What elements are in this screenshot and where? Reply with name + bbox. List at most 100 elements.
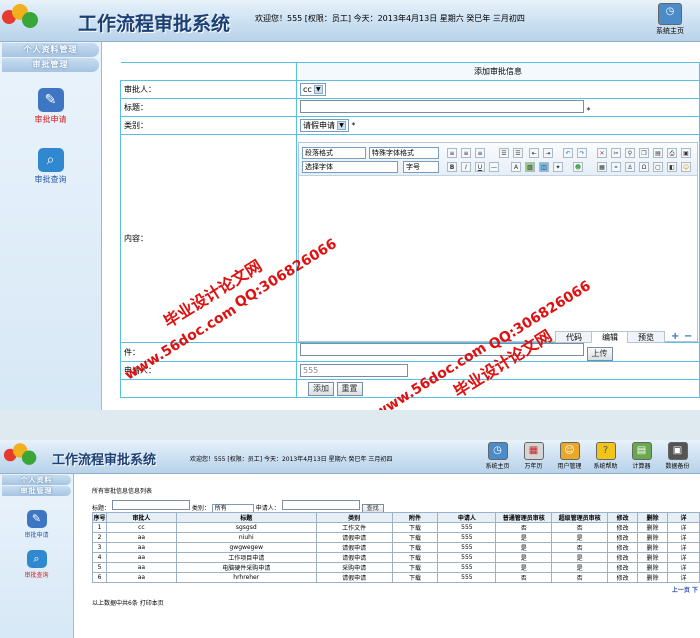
sidebar-item-apply-2[interactable]: ✎ 审批申请 xyxy=(0,510,73,539)
search-title-input[interactable] xyxy=(111,500,190,510)
table-row: 2 aa niuhi 请假申请 下载 555 是是修改 删除详 xyxy=(92,532,700,543)
upload-button[interactable]: 上传 xyxy=(586,347,613,361)
table-header: 序号 审批人 标题 类别 附件 申请人 普通管理员审核 超级管理员审核 修改 删… xyxy=(92,512,700,523)
frame-icon[interactable]: ▢ xyxy=(653,162,663,172)
flash-icon[interactable]: ✦ xyxy=(553,162,563,172)
rich-text-editor[interactable]: 段落格式 特殊字体格式 选择字体 字号 ≡ ≡ ≡ ☰ ☰ ⇤ ⇥ ↶ ↷ ✕ … xyxy=(298,142,698,343)
text-color-icon[interactable]: A xyxy=(511,162,521,172)
delete-icon[interactable]: ✕ xyxy=(597,148,607,158)
cut-icon[interactable]: ✂ xyxy=(611,148,621,158)
menu-profile[interactable]: 个人资料管理 xyxy=(2,43,99,57)
font-size-select[interactable]: 字号 xyxy=(403,161,439,173)
media-icon[interactable]: ◫ xyxy=(539,162,549,172)
tab-code[interactable]: 代码 xyxy=(555,331,593,343)
editor-toolbar: 段落格式 特殊字体格式 选择字体 字号 ≡ ≡ ≡ ☰ ☰ ⇤ ⇥ ↶ ↷ ✕ … xyxy=(299,143,697,176)
title-input[interactable] xyxy=(300,100,584,113)
emoticon-icon[interactable]: ☻ xyxy=(573,162,583,172)
bold-icon[interactable]: B xyxy=(447,162,457,172)
table-row: 1 cc sgsgsd 工作文件 下载 555 否否修改 删除详 xyxy=(92,522,700,533)
indent-icon[interactable]: ⇥ xyxy=(543,148,553,158)
table-row: 5 aa 电脑硬件采购申请 采购申请 下载 555 是是修改 删除详 xyxy=(92,562,700,573)
redo-icon[interactable]: ↷ xyxy=(577,148,587,158)
save-icon[interactable]: ▣ xyxy=(681,148,691,158)
tab-edit[interactable]: 编辑 xyxy=(591,331,629,343)
approval-table: 序号 审批人 标题 类别 附件 申请人 普通管理员审核 超级管理员审核 修改 删… xyxy=(92,512,700,583)
menu-approval[interactable]: 审批管理 xyxy=(2,58,99,72)
app-title-2: 工作流程审批系统 xyxy=(52,453,157,468)
apply-icon: ✎ xyxy=(37,88,64,112)
app-title: 工作流程审批系统 xyxy=(78,13,231,35)
applicant-input[interactable]: 555 xyxy=(300,364,408,377)
sidebar-item-apply[interactable]: ✎ 审批申请 xyxy=(0,88,101,125)
top-header: 工作流程审批系统 欢迎您！555 [权限：员工] 今天：2013年4月13日 星… xyxy=(0,0,700,42)
calendar-icon: ▦ xyxy=(523,442,544,460)
underline-icon[interactable]: U xyxy=(475,162,485,172)
search-applicant-input[interactable] xyxy=(281,500,360,510)
list-ordered-icon[interactable]: ☰ xyxy=(499,148,509,158)
anchor-icon[interactable]: ⚓ xyxy=(625,162,635,172)
font-select[interactable]: 选择字体 xyxy=(302,161,398,173)
smiley-icon[interactable]: ☺ xyxy=(681,162,691,172)
home-button-2[interactable]: ◷ 系统主页 xyxy=(481,442,514,470)
approver-select[interactable]: cc ▼ xyxy=(300,83,326,96)
calculator-icon: ▤ xyxy=(631,442,652,460)
pager-links[interactable]: 上一页 下 xyxy=(672,585,698,594)
table-row: 4 aa 工作项目申请 请假申请 下载 555 是是修改 删除详 xyxy=(92,552,700,563)
form-heading: 添加审批信息 xyxy=(296,62,700,81)
copy-icon[interactable]: ❐ xyxy=(639,148,649,158)
reset-button[interactable]: 重置 xyxy=(336,381,363,396)
paste-icon[interactable]: ▤ xyxy=(653,148,663,158)
chevron-down-icon: ▼ xyxy=(313,85,323,94)
user-admin-button[interactable]: ☺ 用户管理 xyxy=(553,442,586,470)
align-right-icon[interactable]: ≡ xyxy=(475,148,485,158)
help-button[interactable]: ? 系统帮助 xyxy=(589,442,622,470)
backup-button[interactable]: ▣ 数据备份 xyxy=(661,442,694,470)
apply-icon: ✎ xyxy=(26,510,47,528)
menu-approval-2[interactable]: 审批管理 xyxy=(2,486,71,496)
query-icon: ⌕ xyxy=(26,550,47,568)
screenshot-add-approval: 工作流程审批系统 欢迎您！555 [权限：员工] 今天：2013年4月13日 星… xyxy=(0,0,700,410)
table-row: 6 aa hrhreher 请假申请 下载 555 否否修改 删除详 xyxy=(92,572,700,583)
table-row: 3 aa gwgwegew 请假申请 下载 555 是否修改 删除详 xyxy=(92,542,700,553)
menu-profile-2[interactable]: 个人资料 xyxy=(2,475,71,485)
print-icon[interactable]: ⎙ xyxy=(667,148,677,158)
calendar-button[interactable]: ▦ 万年历 xyxy=(517,442,550,470)
align-left-icon[interactable]: ≡ xyxy=(447,148,457,158)
paragraph-select[interactable]: 段落格式 xyxy=(302,147,366,159)
special-font-select[interactable]: 特殊字体格式 xyxy=(369,147,439,159)
sidebar-item-query-2[interactable]: ⌕ 审批查询 xyxy=(0,550,73,579)
content-label: 内容： xyxy=(120,134,297,343)
title-label: 标题： xyxy=(120,98,297,117)
sidebar-item-query[interactable]: ⌕ 审批查询 xyxy=(0,148,101,185)
clock-icon: ◷ xyxy=(658,3,682,25)
expand-icon[interactable]: + xyxy=(671,331,679,342)
special-char-icon[interactable]: Ω xyxy=(639,162,649,172)
type-select[interactable]: 请假申请 ▼ xyxy=(300,119,349,132)
add-button[interactable]: 添加 xyxy=(308,381,334,396)
undo-icon[interactable]: ↶ xyxy=(563,148,573,158)
italic-icon[interactable]: I xyxy=(461,162,471,172)
query-icon: ⌕ xyxy=(37,148,64,172)
sidebar-2: 个人资料 审批管理 ✎ 审批申请 ⌕ 审批查询 xyxy=(0,474,74,638)
link-icon[interactable]: ⚭ xyxy=(611,162,621,172)
list-unordered-icon[interactable]: ☰ xyxy=(513,148,523,158)
logo-icon xyxy=(3,442,38,469)
image-icon[interactable]: ▧ xyxy=(525,162,535,172)
logo-icon xyxy=(2,2,40,32)
code-icon[interactable]: ◧ xyxy=(667,162,677,172)
collapse-icon[interactable]: − xyxy=(684,331,692,342)
hr-icon[interactable]: — xyxy=(489,162,499,172)
table-icon[interactable]: ▦ xyxy=(597,162,607,172)
list-title: 所有审批信息信息列表 xyxy=(92,488,153,495)
calculator-button[interactable]: ▤ 计算器 xyxy=(625,442,658,470)
welcome-info-2: 欢迎您！555 [权限：员工] 今天：2013年4月13日 星期六 癸巳年 三月… xyxy=(190,456,393,463)
tab-preview[interactable]: 预览 xyxy=(627,331,665,343)
home-button[interactable]: ◷ 系统主页 xyxy=(648,3,692,36)
find-icon[interactable]: ⚲ xyxy=(625,148,635,158)
align-center-icon[interactable]: ≡ xyxy=(461,148,471,158)
disk-icon: ▣ xyxy=(667,442,688,460)
outdent-icon[interactable]: ⇤ xyxy=(529,148,539,158)
approver-label: 审批人： xyxy=(120,80,297,99)
user-icon: ☺ xyxy=(559,442,580,460)
clock-icon: ◷ xyxy=(487,442,508,460)
